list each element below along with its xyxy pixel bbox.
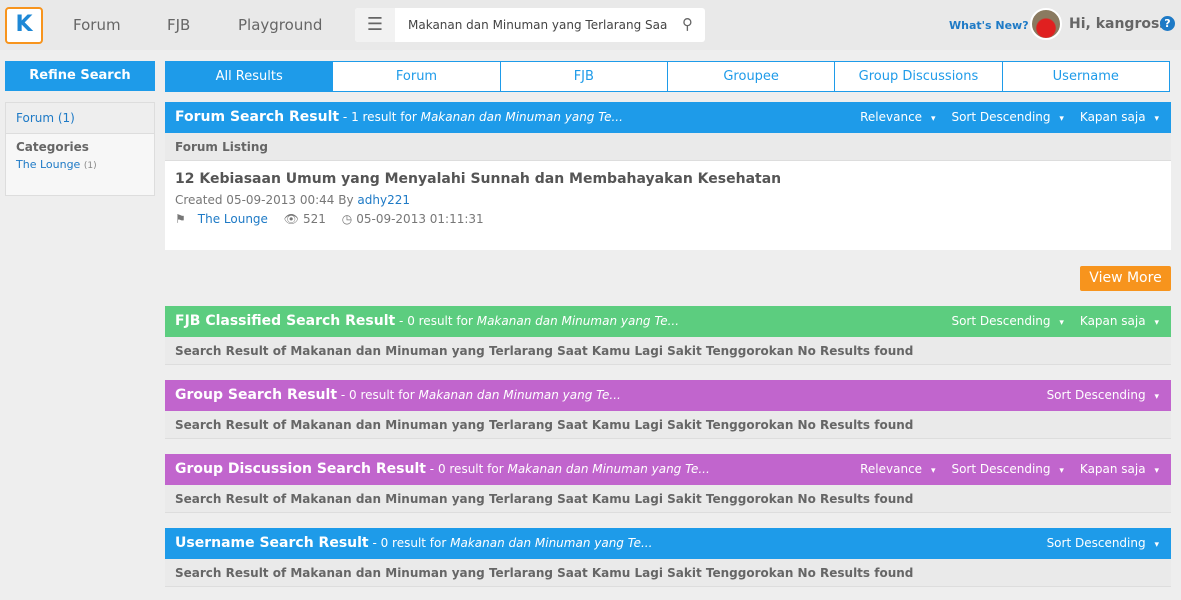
author-link[interactable]: adhy221 [357,193,410,207]
view-more-button[interactable]: View More [1080,266,1171,291]
group-panel: Group Search Result - 0 result for Makan… [165,380,1171,439]
refine-sidebar: Forum (1) Categories The Lounge (1) [5,102,155,196]
panel-title: Username Search Result [175,535,369,551]
tab-fjb[interactable]: FJB [499,62,667,91]
category-the-lounge[interactable]: The Lounge (1) [6,154,154,175]
menu-icon[interactable]: ☰ [355,8,395,42]
no-results-message: Search Result of Makanan dan Minuman yan… [165,337,1171,365]
whats-new-link[interactable]: What's New? [949,19,1029,32]
nav-playground[interactable]: Playground [238,16,322,34]
forum-panel: Forum Search Result - 1 result for Makan… [165,102,1171,250]
panel-summary: - 0 result for [372,536,451,550]
category-label: The Lounge [16,158,81,171]
sort-dropdown[interactable]: Sort Descending [951,102,1063,135]
tab-forum[interactable]: Forum [332,62,499,91]
views-icon: 👁 [283,212,299,226]
nav-fjb[interactable]: FJB [167,16,190,34]
tab-username[interactable]: Username [1001,62,1169,91]
filter-forum[interactable]: Forum (1) [6,103,154,134]
avatar[interactable] [1030,8,1062,40]
panel-summary: - 1 result for [342,110,421,124]
no-results-message: Search Result of Makanan dan Minuman yan… [165,485,1171,513]
category-link[interactable]: The Lounge [198,212,268,226]
panel-summary: - 0 result for [399,314,477,328]
search-icon[interactable]: ⚲ [682,15,693,33]
username-header: Username Search Result - 0 result for Ma… [165,528,1171,559]
panel-summary: - 0 result for [429,462,508,476]
top-bar: K Forum FJB Playground ☰ Makanan dan Min… [0,0,1181,50]
panel-query: Makanan dan Minuman yang Te... [418,388,621,402]
tab-groupee[interactable]: Groupee [666,62,834,91]
panel-title: Group Discussion Search Result [175,461,426,477]
panel-query: Makanan dan Minuman yang Te... [476,314,680,328]
search-box: ☰ Makanan dan Minuman yang Terlarang Saa… [355,8,705,42]
last-post-time: 05-09-2013 01:11:31 [356,212,484,226]
no-results-message: Search Result of Makanan dan Minuman yan… [165,559,1171,587]
relevance-dropdown[interactable]: Relevance [860,454,935,487]
view-count: 521 [303,212,326,226]
fjb-panel: FJB Classified Search Result - 0 result … [165,306,1171,365]
thread-title[interactable]: 12 Kebiasaan Umum yang Menyalahi Sunnah … [175,171,1161,187]
panel-title: Forum Search Result [175,109,340,125]
search-input[interactable]: Makanan dan Minuman yang Terlarang Saa [408,18,667,32]
sort-dropdown[interactable]: Sort Descending [1047,380,1159,413]
list-item: 12 Kebiasaan Umum yang Menyalahi Sunnah … [165,161,1171,250]
nav-forum[interactable]: Forum [73,16,121,34]
no-results-message: Search Result of Makanan dan Minuman yan… [165,411,1171,439]
sort-dropdown[interactable]: Sort Descending [1047,528,1159,561]
panel-query: Makanan dan Minuman yang Te... [420,110,623,124]
refine-search-button[interactable]: Refine Search [5,61,155,91]
sort-dropdown[interactable]: Sort Descending [951,306,1063,339]
time-dropdown[interactable]: Kapan saja [1080,454,1159,487]
kaskus-logo[interactable]: K [5,7,43,44]
categories-heading: Categories [16,140,89,154]
panel-summary: - 0 result for [340,388,419,402]
time-dropdown[interactable]: Kapan saja [1080,102,1159,135]
forum-listing-label: Forum Listing [165,133,1171,161]
username-panel: Username Search Result - 0 result for Ma… [165,528,1171,587]
relevance-dropdown[interactable]: Relevance [860,102,935,135]
tab-all-results[interactable]: All Results [166,62,333,91]
panel-title: FJB Classified Search Result [175,313,396,329]
panel-title: Group Search Result [175,387,338,403]
tag-icon: ⚑ [175,212,186,226]
user-greeting[interactable]: Hi, kangrossi [1069,16,1172,32]
panel-query: Makanan dan Minuman yang Te... [450,536,653,550]
clock-icon: ◷ [341,212,353,226]
group-discussion-header: Group Discussion Search Result - 0 resul… [165,454,1171,485]
time-dropdown[interactable]: Kapan saja [1080,306,1159,339]
forum-header: Forum Search Result - 1 result for Makan… [165,102,1171,133]
tab-group-discussions[interactable]: Group Discussions [834,62,1001,91]
result-tabs: All Results Forum FJB Groupee Group Disc… [165,61,1170,92]
group-discussion-panel: Group Discussion Search Result - 0 resul… [165,454,1171,513]
fjb-header: FJB Classified Search Result - 0 result … [165,306,1171,337]
panel-query: Makanan dan Minuman yang Te... [507,462,710,476]
thread-created: Created 05-09-2013 00:44 By [175,193,358,207]
category-count: (1) [83,161,97,171]
group-header: Group Search Result - 0 result for Makan… [165,380,1171,411]
sort-dropdown[interactable]: Sort Descending [951,454,1063,487]
help-icon[interactable]: ? [1160,16,1175,31]
